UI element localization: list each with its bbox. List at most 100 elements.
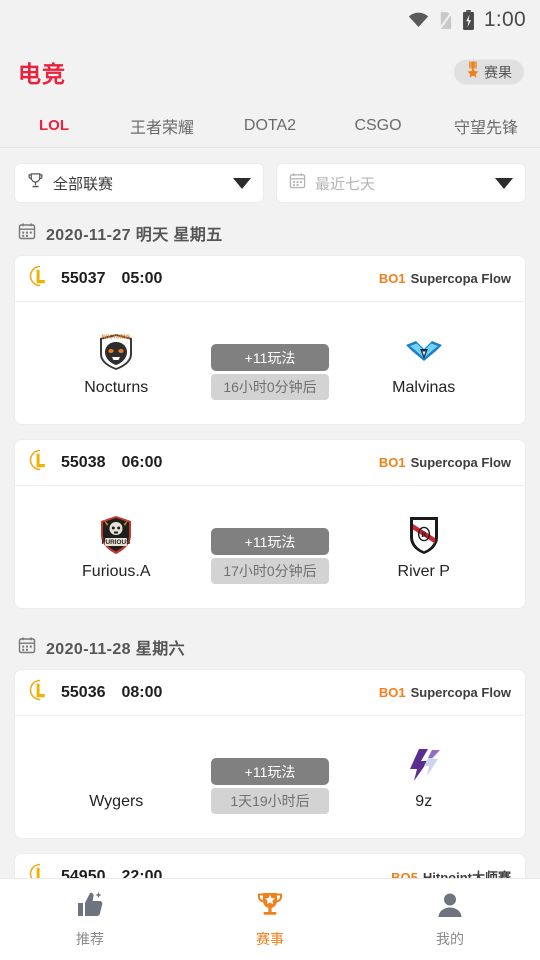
- league-name: Hitpoint大师赛: [422, 870, 511, 878]
- ninez-logo: [402, 743, 446, 787]
- league-info: BO1 Supercopa Flow: [379, 685, 511, 700]
- lol-game-icon: [29, 863, 51, 878]
- svg-text:R: R: [421, 530, 427, 539]
- match-time: 22:00: [121, 867, 163, 879]
- filter-bar: 全部联赛 最近七天: [0, 149, 540, 209]
- league-name: Supercopa Flow: [410, 455, 511, 470]
- league-filter-dropdown[interactable]: 全部联赛: [14, 163, 264, 203]
- battery-charging-icon: [462, 10, 475, 30]
- match-results-button[interactable]: 赛果: [454, 59, 524, 85]
- match-card-header: 54950 22:00 BO5 Hitpoint大师赛: [15, 854, 525, 878]
- match-results-label: 赛果: [484, 64, 512, 80]
- nav-label-profile: 我的: [436, 930, 464, 947]
- away-team-name: River P: [397, 563, 450, 580]
- match-card[interactable]: 55037 05:00 BO1 Supercopa Flow NOCTURNS …: [14, 255, 526, 425]
- match-list-scroll[interactable]: 全部联赛 最近七天 2020-11-27 明天 星期五 55037 05:00 …: [0, 149, 540, 878]
- home-team-name: Wygers: [89, 793, 144, 810]
- match-id: 54950: [61, 867, 106, 879]
- status-bar-clock: 1:00: [483, 8, 526, 31]
- person-icon: [435, 891, 465, 924]
- furious-logo: FURIOUS: [94, 513, 138, 557]
- match-card-header: 55036 08:00 BO1 Supercopa Flow: [15, 670, 525, 716]
- away-team-name: 9z: [415, 793, 433, 810]
- match-format: BO1: [378, 455, 406, 470]
- calendar-icon: [18, 636, 36, 659]
- date-filter-label: 最近七天: [315, 175, 376, 193]
- match-time: 06:00: [121, 453, 163, 471]
- chevron-down-icon: [495, 177, 513, 189]
- tab-dota2[interactable]: DOTA2: [216, 117, 324, 135]
- nav-item-profile[interactable]: 我的: [360, 891, 540, 949]
- match-time: 08:00: [121, 683, 163, 701]
- nav-item-recommend[interactable]: 推荐: [0, 891, 180, 949]
- home-team: Wygers: [25, 743, 208, 811]
- away-team-name: Malvinas: [392, 379, 456, 396]
- play-modes-button[interactable]: +11玩法: [211, 758, 329, 785]
- nav-item-matches[interactable]: 赛事: [180, 891, 360, 949]
- svg-text:NOCTURNS: NOCTURNS: [102, 335, 131, 341]
- tab-overwatch[interactable]: 守望先锋: [432, 114, 540, 138]
- match-format: BO1: [378, 271, 406, 286]
- play-modes-button[interactable]: +11玩法: [211, 344, 329, 371]
- nav-label-recommend: 推荐: [76, 930, 104, 947]
- trophy-star-icon: [255, 891, 285, 924]
- match-card[interactable]: 55036 08:00 BO1 Supercopa Flow Wygers +1…: [14, 669, 526, 839]
- status-bar: 1:00: [0, 0, 540, 40]
- calendar-icon: [289, 172, 306, 194]
- home-team-name: Furious.A: [82, 563, 151, 580]
- malvinas-logo: [402, 329, 446, 373]
- league-filter-label: 全部联赛: [53, 175, 114, 193]
- match-countdown: 1天19小时后: [211, 788, 329, 814]
- match-countdown: 17小时0分钟后: [211, 558, 329, 584]
- match-id: 55036: [61, 683, 106, 701]
- calendar-icon: [18, 222, 36, 245]
- tab-csgo[interactable]: CSGO: [324, 117, 432, 135]
- match-card-body: FURIOUS Furious.A +11玩法 17小时0分钟后 R River…: [15, 486, 525, 608]
- date-section-header: 2020-11-27 明天 星期五: [0, 209, 540, 255]
- lol-game-icon: [29, 265, 51, 292]
- match-card[interactable]: 54950 22:00 BO5 Hitpoint大师赛: [14, 853, 526, 878]
- match-time: 05:00: [121, 269, 163, 287]
- page-title: 电竞: [18, 61, 66, 87]
- trophy-icon: [27, 172, 44, 194]
- match-id: 55037: [61, 269, 106, 287]
- tab-lol[interactable]: LOL: [0, 117, 108, 134]
- svg-text:FURIOUS: FURIOUS: [102, 539, 131, 546]
- medal-icon: [466, 61, 480, 83]
- bottom-navigation: 推荐 赛事 我的: [0, 878, 540, 960]
- river-plate-logo: R: [402, 513, 446, 557]
- play-modes-button[interactable]: +11玩法: [211, 528, 329, 555]
- match-actions: +11玩法 1天19小时后: [208, 758, 333, 814]
- game-tabs: LOL 王者荣耀 DOTA2 CSGO 守望先锋: [0, 104, 540, 148]
- league-info: BO1 Supercopa Flow: [379, 455, 511, 470]
- match-actions: +11玩法 17小时0分钟后: [208, 528, 333, 584]
- match-card-header: 55038 06:00 BO1 Supercopa Flow: [15, 440, 525, 486]
- date-section-label: 2020-11-27 明天 星期五: [46, 227, 223, 244]
- match-countdown: 16小时0分钟后: [211, 374, 329, 400]
- thumbs-up-icon: [75, 891, 105, 924]
- app-header: 电竞 赛果: [0, 40, 540, 104]
- away-team: 9z: [333, 743, 516, 811]
- wifi-icon: [408, 12, 429, 28]
- nav-label-matches: 赛事: [256, 930, 284, 947]
- lol-game-icon: [29, 679, 51, 706]
- no-sim-icon: [438, 11, 453, 30]
- nocturns-logo: NOCTURNS: [94, 329, 138, 373]
- date-section-header: 2020-11-28 星期六: [0, 623, 540, 669]
- home-team-name: Nocturns: [84, 379, 149, 396]
- tab-honor-of-kings[interactable]: 王者荣耀: [108, 114, 216, 138]
- date-filter-dropdown[interactable]: 最近七天: [276, 163, 526, 203]
- league-name: Supercopa Flow: [410, 685, 511, 700]
- match-card-header: 55037 05:00 BO1 Supercopa Flow: [15, 256, 525, 302]
- home-team: FURIOUS Furious.A: [25, 513, 208, 581]
- league-name: Supercopa Flow: [410, 271, 511, 286]
- away-team: Malvinas: [333, 329, 516, 397]
- match-actions: +11玩法 16小时0分钟后: [208, 344, 333, 400]
- match-card[interactable]: 55038 06:00 BO1 Supercopa Flow FURIOUS F…: [14, 439, 526, 609]
- date-section-label: 2020-11-28 星期六: [46, 641, 186, 658]
- league-info: BO5 Hitpoint大师赛: [391, 867, 511, 878]
- home-team: NOCTURNS Nocturns: [25, 329, 208, 397]
- match-card-body: NOCTURNS Nocturns +11玩法 16小时0分钟后 Malvina…: [15, 302, 525, 424]
- match-card-body: Wygers +11玩法 1天19小时后 9z: [15, 716, 525, 838]
- match-format: BO1: [378, 685, 406, 700]
